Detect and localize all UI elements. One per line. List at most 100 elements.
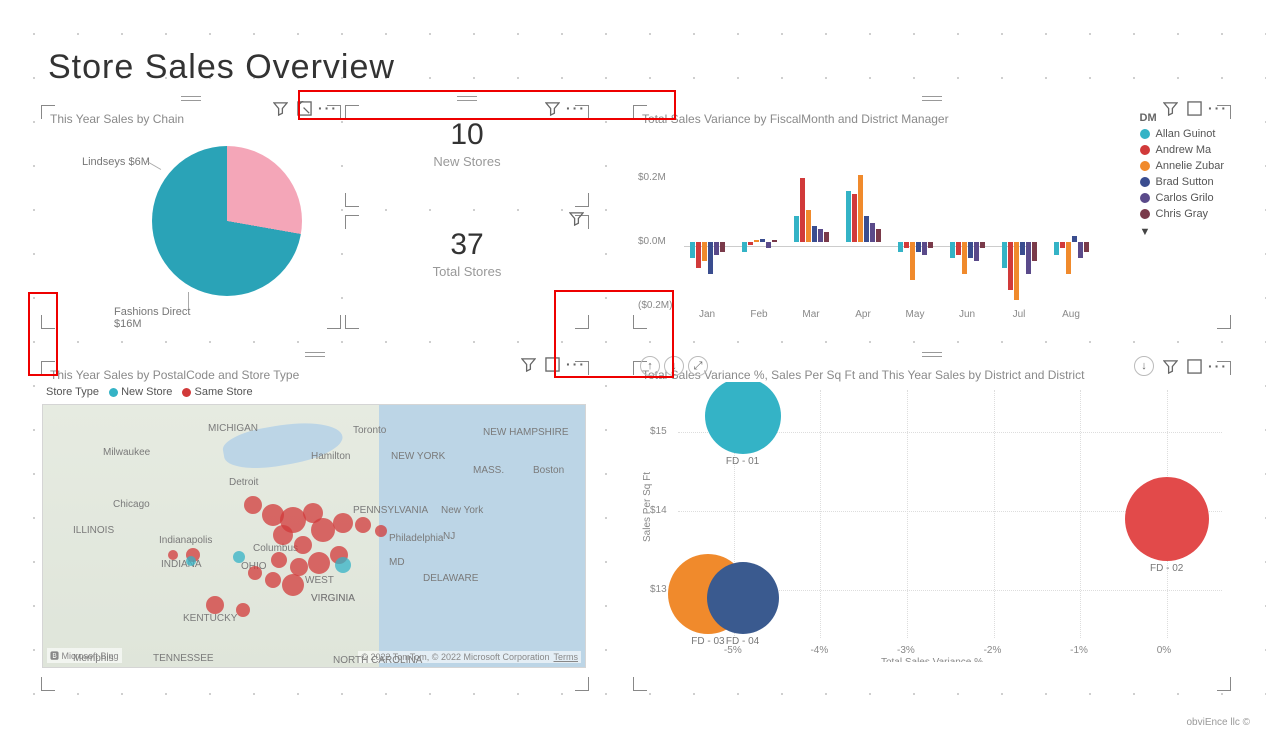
- scatter-point[interactable]: [707, 562, 779, 634]
- bar[interactable]: [876, 229, 881, 242]
- bar[interactable]: [760, 239, 765, 242]
- tile-map[interactable]: ··· This Year Sales by PostalCode and St…: [42, 362, 588, 690]
- map-bubble[interactable]: [311, 518, 335, 542]
- map-bubble[interactable]: [168, 550, 178, 560]
- focus-mode-icon[interactable]: [544, 356, 560, 372]
- bar[interactable]: [904, 242, 909, 248]
- tile-scatter[interactable]: ↑ ↓ ⤢ ↓ ··· Total Sales Variance %, Sale…: [634, 362, 1230, 690]
- filter-icon[interactable]: [544, 100, 560, 116]
- more-options-icon[interactable]: ···: [1210, 358, 1226, 374]
- bar[interactable]: [800, 178, 805, 242]
- bar[interactable]: [714, 242, 719, 255]
- bar[interactable]: [702, 242, 707, 261]
- map-terms-link[interactable]: Terms: [554, 652, 579, 662]
- bar[interactable]: [1072, 236, 1077, 242]
- bar-group[interactable]: [1054, 146, 1096, 302]
- map-bubble[interactable]: [335, 557, 351, 573]
- bar[interactable]: [898, 242, 903, 252]
- map-bubble[interactable]: [273, 525, 293, 545]
- bar[interactable]: [1060, 242, 1065, 248]
- scatter-chart[interactable]: Sales Per Sq Ft Total Sales Variance % $…: [634, 382, 1230, 662]
- bar[interactable]: [956, 242, 961, 255]
- bar[interactable]: [1078, 242, 1083, 258]
- map-bubble[interactable]: [308, 552, 330, 574]
- bar[interactable]: [1084, 242, 1089, 252]
- map-bubble[interactable]: [375, 525, 387, 537]
- map-visual[interactable]: 🅱 Microsoft Bing © 2022 TomTom, © 2022 M…: [42, 404, 586, 668]
- bar[interactable]: [754, 240, 759, 242]
- drill-up-icon[interactable]: ↑: [640, 356, 660, 376]
- drill-mode-icon[interactable]: ↓: [1134, 356, 1154, 376]
- drag-handle[interactable]: [447, 92, 487, 104]
- filter-icon[interactable]: [520, 356, 536, 372]
- more-options-icon[interactable]: ···: [320, 100, 336, 116]
- focus-mode-icon[interactable]: [296, 100, 312, 116]
- bar[interactable]: [1032, 242, 1037, 261]
- bar[interactable]: [708, 242, 713, 274]
- bar[interactable]: [950, 242, 955, 258]
- bar[interactable]: [696, 242, 701, 268]
- bar-group[interactable]: [950, 146, 992, 302]
- bar[interactable]: [922, 242, 927, 255]
- map-bubble[interactable]: [333, 513, 353, 533]
- bar[interactable]: [818, 229, 823, 242]
- filter-icon[interactable]: [1162, 358, 1178, 374]
- bar[interactable]: [806, 210, 811, 242]
- bar-group[interactable]: [742, 146, 784, 302]
- legend-item[interactable]: Carlos Grilo: [1140, 192, 1225, 204]
- pie-chart[interactable]: Lindseys $6M Fashions Direct$16M: [42, 126, 340, 336]
- map-bubble[interactable]: [271, 552, 287, 568]
- bar[interactable]: [766, 242, 771, 248]
- bar[interactable]: [742, 242, 747, 252]
- legend-item[interactable]: Allan Guinot: [1140, 128, 1225, 140]
- bar[interactable]: [772, 240, 777, 242]
- map-bubble[interactable]: [265, 572, 281, 588]
- drag-handle[interactable]: [912, 348, 952, 360]
- legend-item[interactable]: Brad Sutton: [1140, 176, 1225, 188]
- legend-item[interactable]: Chris Gray: [1140, 208, 1225, 220]
- drag-handle[interactable]: [171, 92, 211, 104]
- bar[interactable]: [916, 242, 921, 252]
- filter-icon[interactable]: [568, 210, 584, 226]
- map-bubble[interactable]: [282, 574, 304, 596]
- bar[interactable]: [858, 175, 863, 242]
- filter-icon[interactable]: [272, 100, 288, 116]
- map-bubble[interactable]: [248, 566, 262, 580]
- bar[interactable]: [812, 226, 817, 242]
- bar[interactable]: [846, 191, 851, 242]
- bar[interactable]: [1002, 242, 1007, 268]
- more-options-icon[interactable]: ···: [568, 356, 584, 372]
- drill-down-icon[interactable]: ↓: [664, 356, 684, 376]
- bar[interactable]: [1020, 242, 1025, 255]
- map-bubble[interactable]: [206, 596, 224, 614]
- bar-group[interactable]: [898, 146, 940, 302]
- bar[interactable]: [852, 194, 857, 242]
- tile-pie-chart[interactable]: ··· This Year Sales by Chain Lindseys $6…: [42, 106, 340, 328]
- tile-new-stores-card[interactable]: ··· 10 New Stores: [346, 106, 588, 206]
- bar[interactable]: [928, 242, 933, 248]
- focus-mode-icon[interactable]: [1186, 358, 1202, 374]
- bar[interactable]: [870, 223, 875, 242]
- bar[interactable]: [1066, 242, 1071, 274]
- bar[interactable]: [962, 242, 967, 274]
- bar[interactable]: [968, 242, 973, 258]
- map-bubble[interactable]: [294, 536, 312, 554]
- map-bubble[interactable]: [236, 603, 250, 617]
- drag-handle[interactable]: [295, 348, 335, 360]
- bar[interactable]: [910, 242, 915, 280]
- map-bubble[interactable]: [355, 517, 371, 533]
- bar[interactable]: [1054, 242, 1059, 255]
- bar[interactable]: [864, 216, 869, 242]
- bar[interactable]: [690, 242, 695, 258]
- map-bubble[interactable]: [186, 556, 196, 566]
- bar[interactable]: [824, 232, 829, 242]
- legend-scroll-down-icon[interactable]: ▼: [1140, 226, 1225, 238]
- bar[interactable]: [1026, 242, 1031, 274]
- bar-group[interactable]: [690, 146, 732, 302]
- legend-item[interactable]: Andrew Ma: [1140, 144, 1225, 156]
- drill-expand-icon[interactable]: ⤢: [688, 356, 708, 376]
- bar[interactable]: [794, 216, 799, 242]
- map-bubble[interactable]: [244, 496, 262, 514]
- scatter-point[interactable]: [1125, 477, 1209, 561]
- bar[interactable]: [980, 242, 985, 248]
